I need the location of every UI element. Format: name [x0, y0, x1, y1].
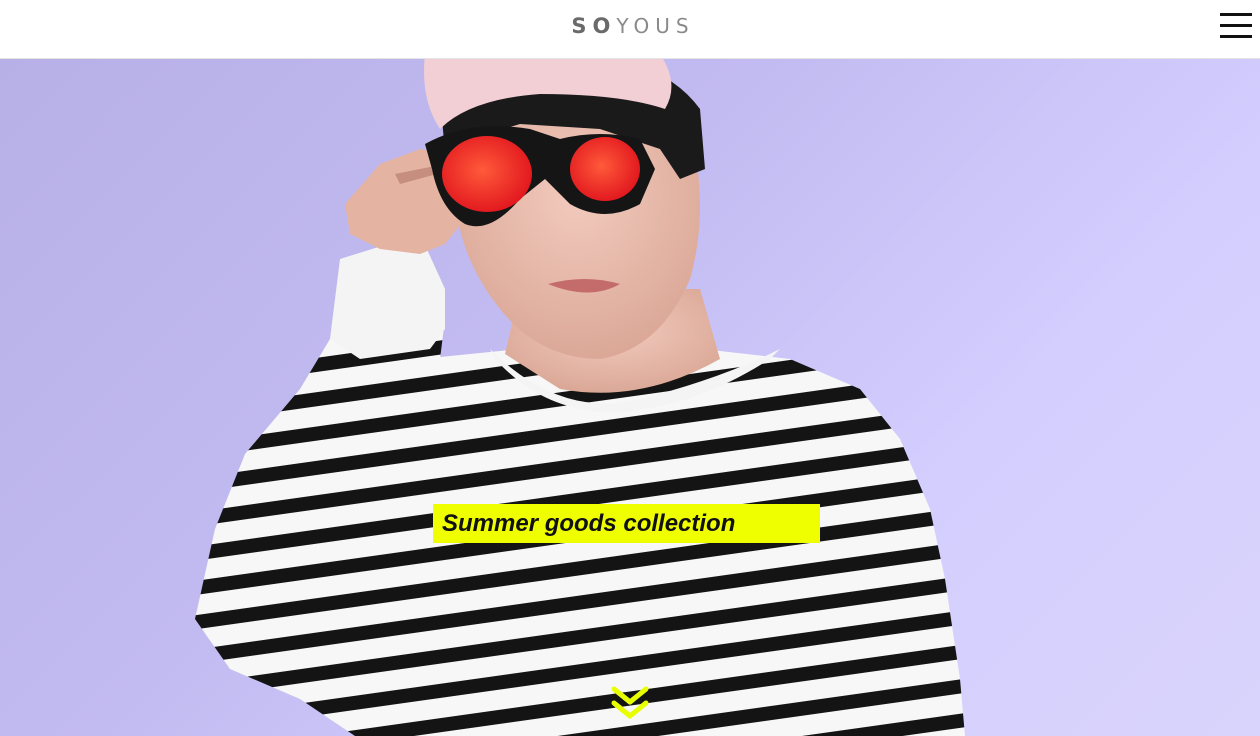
logo-light-text: YOUS — [616, 14, 695, 38]
sleeve-cuff — [330, 234, 445, 359]
right-lens — [570, 137, 640, 201]
collection-banner[interactable]: Summer goods collection — [433, 504, 820, 543]
left-lens — [442, 136, 532, 212]
hero-image — [195, 59, 965, 736]
logo-bold-text: SO — [571, 14, 617, 38]
site-header: SOYOUS — [0, 0, 1260, 59]
hamburger-icon[interactable] — [1220, 13, 1252, 39]
menu-bar-top — [1220, 13, 1252, 16]
hero-section: Summer goods collection — [0, 59, 1260, 736]
menu-bar-middle — [1220, 24, 1252, 27]
site-logo[interactable]: SOYOUS — [3, 12, 1260, 40]
menu-bar-bottom — [1220, 35, 1252, 38]
double-chevron-down-icon[interactable] — [610, 686, 650, 722]
